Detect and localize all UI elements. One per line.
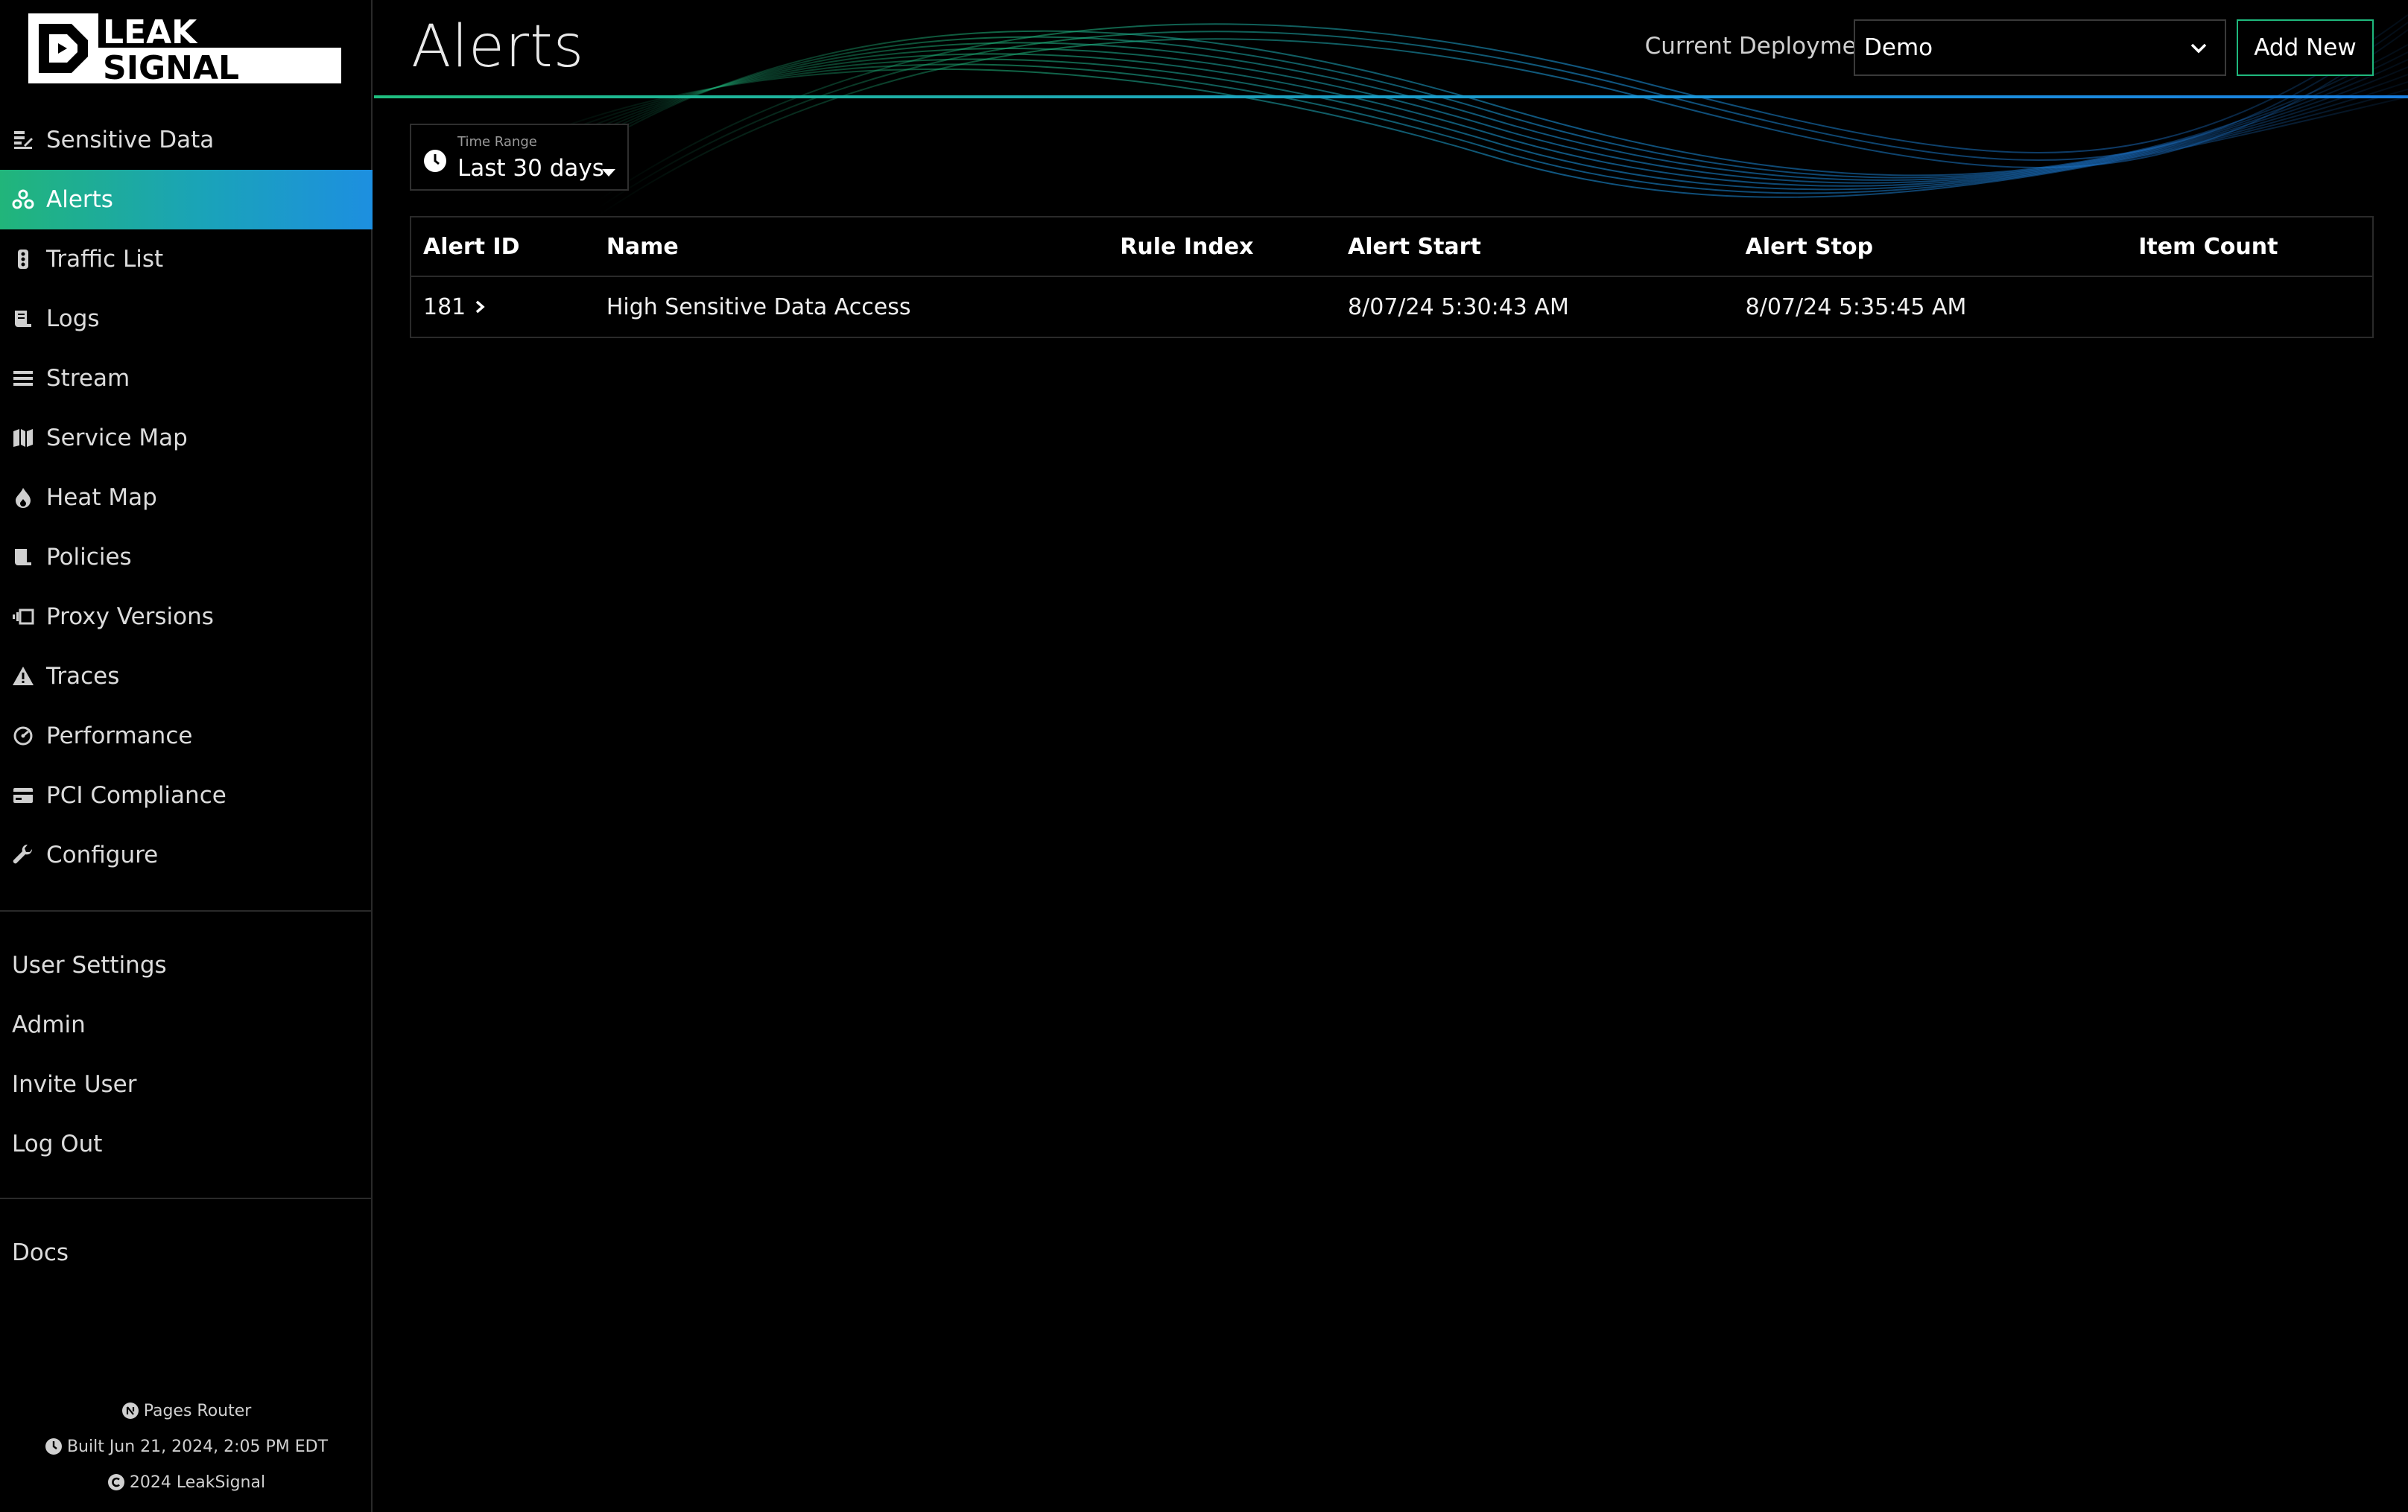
stream-icon — [12, 367, 34, 390]
column-header-alert-id[interactable]: Alert ID — [411, 234, 595, 260]
configure-icon — [12, 844, 34, 866]
column-header-name[interactable]: Name — [595, 234, 1108, 260]
sidebar-item-label: Heat Map — [46, 484, 157, 511]
column-header-alert-stop[interactable]: Alert Stop — [1734, 234, 2127, 260]
heat-map-icon — [12, 486, 34, 509]
proxy-versions-icon — [12, 606, 34, 628]
sidebar: LEAK SIGNAL Sensitive Data Alerts Traffi… — [0, 0, 373, 1512]
sidebar-item-label: Alerts — [46, 186, 113, 213]
sidebar-item-label: Configure — [46, 842, 159, 868]
sidebar-item-performance[interactable]: Performance — [0, 706, 373, 766]
sidebar-item-label: Traffic List — [46, 246, 164, 273]
alert-stop-cell: 8/07/24 5:35:45 AM — [1745, 293, 1967, 320]
logo-text-signal: SIGNAL — [103, 49, 239, 83]
column-header-alert-start[interactable]: Alert Start — [1336, 234, 1734, 260]
sidebar-item-label: Proxy Versions — [46, 603, 214, 630]
traffic-list-icon — [12, 248, 34, 270]
built-label: Built Jun 21, 2024, 2:05 PM EDT — [66, 1437, 329, 1456]
sidebar-item-log-out[interactable]: Log Out — [0, 1114, 373, 1174]
sidebar-item-alerts[interactable]: Alerts — [0, 170, 373, 229]
sidebar-item-stream[interactable]: Stream — [0, 349, 373, 408]
column-header-item-count[interactable]: Item Count — [2126, 234, 2372, 260]
sidebar-item-logs[interactable]: Logs — [0, 289, 373, 349]
sidebar-item-service-map[interactable]: Service Map — [0, 408, 373, 468]
sidebar-item-pci-compliance[interactable]: PCI Compliance — [0, 766, 373, 825]
sidebar-item-docs[interactable]: Docs — [0, 1223, 373, 1283]
sidebar-item-proxy-versions[interactable]: Proxy Versions — [0, 587, 373, 647]
nextjs-icon — [121, 1402, 139, 1420]
caret-down-icon — [602, 169, 615, 177]
alerts-icon — [12, 188, 34, 211]
deployment-value: Demo — [1864, 34, 1933, 61]
alerts-table: Alert ID Name Rule Index Alert Start Ale… — [410, 216, 2374, 338]
table-row[interactable]: 181 High Sensitive Data Access 8/07/24 5… — [411, 277, 2372, 337]
sidebar-divider — [0, 910, 373, 912]
page-title: Alerts — [411, 13, 585, 80]
sidebar-item-label: Performance — [46, 722, 193, 749]
sidebar-item-label: PCI Compliance — [46, 782, 226, 809]
main-content: Alerts Current Deployment: Demo Add New … — [374, 0, 2408, 1512]
sidebar-item-label: Sensitive Data — [46, 127, 215, 153]
sidebar-item-traffic-list[interactable]: Traffic List — [0, 229, 373, 289]
sidebar-item-heat-map[interactable]: Heat Map — [0, 468, 373, 527]
sidebar-item-label: Policies — [46, 544, 132, 571]
sidebar-item-policies[interactable]: Policies — [0, 527, 373, 587]
sidebar-divider — [0, 1198, 373, 1199]
sidebar-item-label: Service Map — [46, 425, 188, 451]
leaksignal-logo[interactable]: LEAK SIGNAL — [28, 13, 341, 83]
alert-start-cell: 8/07/24 5:30:43 AM — [1348, 293, 1569, 320]
time-range-select[interactable]: Time Range Last 30 days — [410, 124, 629, 191]
logo-text-leak: LEAK — [103, 13, 198, 51]
time-range-value: Last 30 days — [457, 155, 604, 182]
chevron-down-icon — [2190, 43, 2207, 54]
main-nav: Sensitive Data Alerts Traffic List Logs … — [0, 110, 373, 885]
copyright-info: 2024 LeakSignal — [0, 1464, 373, 1500]
column-header-rule-index[interactable]: Rule Index — [1108, 234, 1336, 260]
policies-icon — [12, 546, 34, 568]
built-info: Built Jun 21, 2024, 2:05 PM EDT — [0, 1429, 373, 1464]
clock-icon — [424, 150, 446, 172]
alert-id-value: 181 — [423, 293, 466, 320]
sidebar-item-sensitive-data[interactable]: Sensitive Data — [0, 110, 373, 170]
sensitive-data-icon — [12, 129, 34, 151]
pci-compliance-icon — [12, 784, 34, 807]
chevron-right-icon[interactable] — [473, 299, 487, 315]
copyright-label: 2024 LeakSignal — [129, 1473, 266, 1492]
deployment-label: Current Deployment: — [1644, 33, 1888, 60]
router-label: Pages Router — [143, 1401, 252, 1420]
sidebar-item-label: Stream — [46, 365, 130, 392]
docs-menu: Docs — [0, 1223, 373, 1283]
account-menu: User Settings Admin Invite User Log Out — [0, 936, 373, 1174]
copyright-icon — [107, 1473, 125, 1491]
traces-icon — [12, 665, 34, 687]
sidebar-item-label: Traces — [46, 663, 120, 690]
build-info: Pages Router Built Jun 21, 2024, 2:05 PM… — [0, 1393, 373, 1500]
logs-icon — [12, 308, 34, 330]
router-info: Pages Router — [0, 1393, 373, 1429]
sidebar-item-traces[interactable]: Traces — [0, 647, 373, 706]
alert-id-cell[interactable]: 181 — [411, 294, 595, 320]
sidebar-item-configure[interactable]: Configure — [0, 825, 373, 885]
alert-name-cell: High Sensitive Data Access — [606, 293, 911, 320]
sidebar-item-label: Logs — [46, 305, 100, 332]
service-map-icon — [12, 427, 34, 449]
time-range-label: Time Range — [457, 134, 537, 150]
sidebar-item-admin[interactable]: Admin — [0, 995, 373, 1055]
deployment-select[interactable]: Demo — [1854, 19, 2226, 76]
sidebar-item-user-settings[interactable]: User Settings — [0, 936, 373, 995]
sidebar-item-invite-user[interactable]: Invite User — [0, 1055, 373, 1114]
performance-icon — [12, 725, 34, 747]
clock-icon — [45, 1438, 63, 1455]
header-divider — [374, 95, 2408, 98]
add-new-button[interactable]: Add New — [2237, 19, 2374, 76]
table-header: Alert ID Name Rule Index Alert Start Ale… — [411, 217, 2372, 277]
